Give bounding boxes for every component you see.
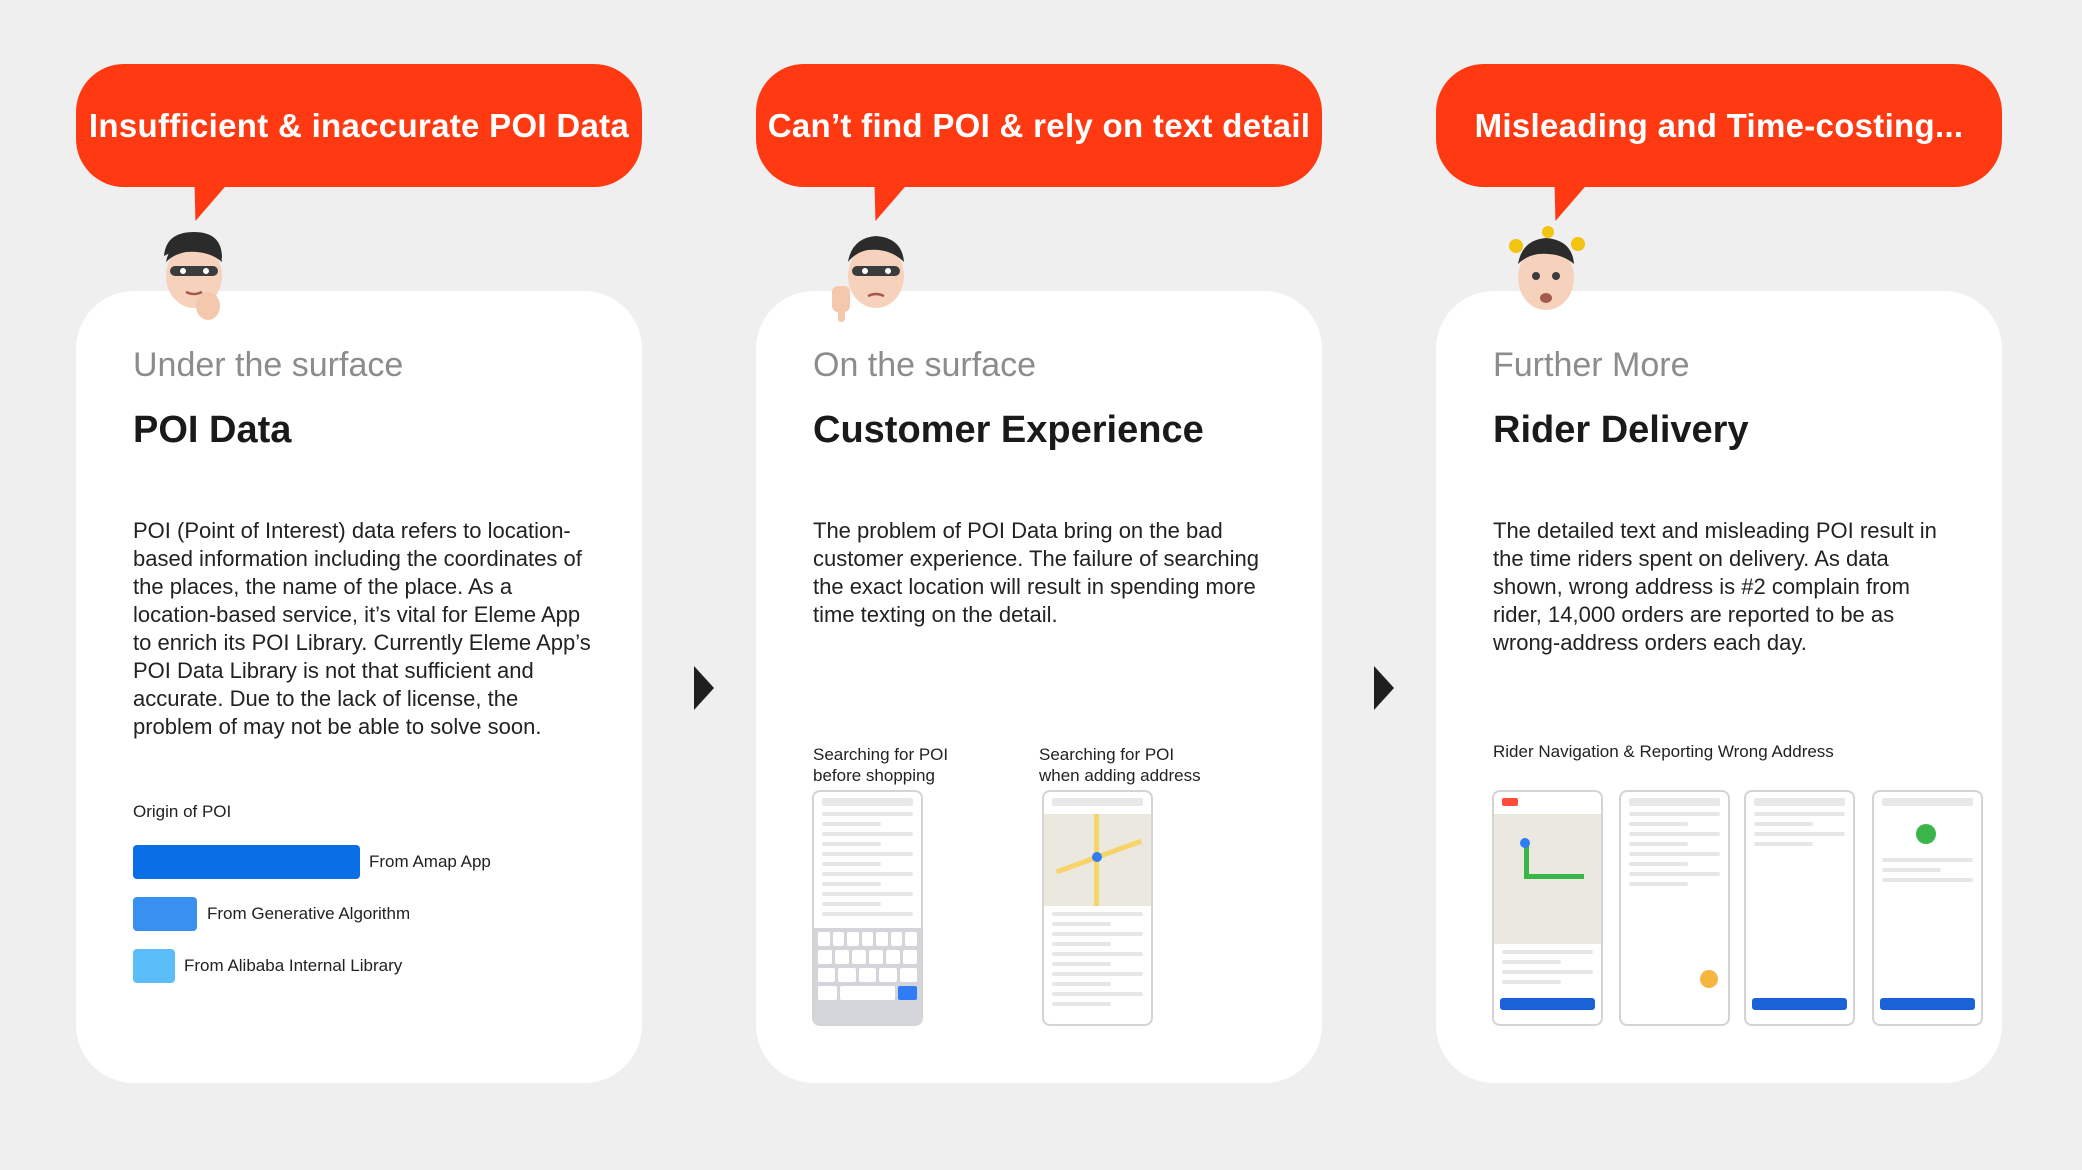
card-description: POI (Point of Interest) data refers to l…	[133, 518, 591, 739]
card-title: Rider Delivery	[1493, 409, 1749, 451]
caption-rider-navigation: Rider Navigation & Reporting Wrong Addre…	[1493, 742, 1834, 761]
caption-search-adding-address: Searching for POI when adding address	[1039, 745, 1201, 785]
legend-bar-generative	[133, 897, 197, 931]
speech-bubble-customer-experience: Can’t find POI & rely on text detail	[756, 64, 1322, 221]
keyboard	[814, 928, 921, 1024]
speech-bubble-tail	[861, 185, 907, 221]
speech-bubble-text: Insufficient & inaccurate POI Data	[88, 106, 630, 144]
card-poi-data: Under the surface POI Data POI (Point of…	[76, 291, 642, 1083]
phone-screenshot-rider-map	[1492, 790, 1603, 1026]
legend-label-amap: From Amap App	[369, 852, 491, 871]
card-customer-experience: On the surface Customer Experience The p…	[756, 291, 1322, 1083]
card-kicker: Further More	[1493, 346, 1690, 384]
phone-screenshot-report-form	[1744, 790, 1855, 1026]
legend-label-alibaba: From Alibaba Internal Library	[184, 956, 403, 975]
phone-screenshot-map-address	[1042, 790, 1153, 1026]
speech-bubble-tail	[181, 185, 227, 221]
map-view	[1494, 814, 1601, 944]
next-arrow-2	[1374, 666, 1394, 710]
speech-bubble-text: Can’t find POI & rely on text detail	[767, 106, 1311, 144]
speech-bubble-tail	[1541, 185, 1587, 221]
speech-bubble-rider-delivery: Misleading and Time-costing...	[1436, 64, 2002, 221]
next-arrow-1	[694, 666, 714, 710]
card-kicker: Under the surface	[133, 346, 404, 384]
legend-bar-amap	[133, 845, 360, 879]
card-title: Customer Experience	[813, 409, 1204, 451]
card-description: The problem of POI Data bring on the bad…	[813, 518, 1259, 627]
caption-search-before-shopping: Searching for POI before shopping	[813, 745, 949, 785]
legend-bar-alibaba	[133, 949, 175, 983]
legend-label-generative: From Generative Algorithm	[207, 904, 411, 923]
speech-bubble-text: Misleading and Time-costing...	[1474, 106, 1964, 144]
phone-screenshot-report-menu	[1619, 790, 1730, 1026]
map-view	[1044, 814, 1151, 906]
card-title: POI Data	[133, 409, 292, 451]
thumbs-down-face-avatar	[826, 226, 922, 326]
dizzy-face-avatar	[1498, 226, 1594, 326]
speech-bubble-poi-data: Insufficient & inaccurate POI Data	[76, 64, 642, 221]
thinking-face-avatar	[146, 226, 242, 326]
phone-screenshot-report-success	[1872, 790, 1983, 1026]
card-kicker: On the surface	[813, 346, 1037, 384]
card-rider-delivery: Further More Rider Delivery The detailed…	[1436, 291, 2002, 1083]
legend-title: Origin of POI	[133, 802, 232, 821]
phone-screenshot-search-list	[812, 790, 923, 1026]
card-description: The detailed text and misleading POI res…	[1493, 518, 1937, 655]
